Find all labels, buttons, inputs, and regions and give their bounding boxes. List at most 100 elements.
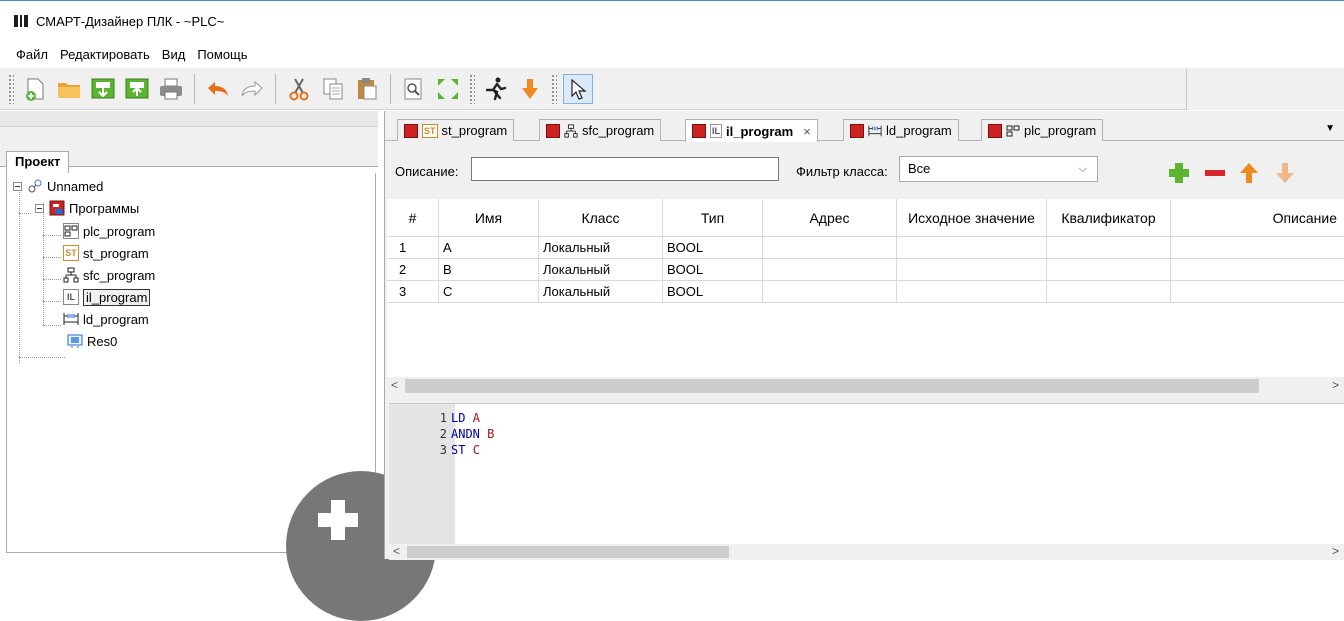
tree-item-root[interactable]: Unnamed (13, 175, 103, 197)
undo-icon[interactable] (203, 74, 233, 104)
table-cell[interactable]: 1 (387, 237, 439, 259)
menu-help[interactable]: Помощь (197, 47, 247, 67)
code-line[interactable]: 2 ANDN B (439, 426, 495, 442)
menu-view[interactable]: Вид (162, 47, 186, 67)
print-icon[interactable] (156, 74, 186, 104)
table-cell[interactable]: BOOL (663, 281, 763, 303)
table-cell[interactable]: Локальный (539, 259, 663, 281)
table-cell[interactable] (897, 281, 1047, 303)
il-code-editor[interactable]: 1 LD A 2 ANDN B 3 ST C < > (389, 403, 1344, 560)
column-header[interactable]: # (387, 199, 439, 237)
code-line[interactable]: 3 ST C (439, 442, 480, 458)
upload-icon[interactable] (122, 74, 152, 104)
table-cell[interactable]: BOOL (663, 237, 763, 259)
menu-file[interactable]: Файл (16, 47, 48, 67)
table-cell[interactable] (1171, 259, 1344, 281)
redo-icon[interactable] (237, 74, 267, 104)
table-cell[interactable]: A (439, 237, 539, 259)
toolbar-grip[interactable] (8, 73, 14, 104)
tree-item-program[interactable]: IL il_program (63, 286, 151, 308)
step-down-icon[interactable] (515, 74, 545, 104)
collapse-icon[interactable] (13, 181, 22, 191)
download-icon[interactable] (88, 74, 118, 104)
tree-item-resource[interactable]: Res0 (67, 330, 117, 352)
fullscreen-icon[interactable] (433, 74, 463, 104)
find-icon[interactable] (399, 74, 429, 104)
column-header[interactable]: Описание (1171, 199, 1344, 237)
table-cell[interactable] (763, 281, 897, 303)
table-cell[interactable] (1047, 281, 1171, 303)
tab-ld-program[interactable]: ld_program (843, 119, 959, 141)
scroll-left-icon[interactable]: < (391, 378, 398, 392)
scroll-right-icon[interactable]: > (1332, 378, 1339, 392)
close-tab-icon[interactable]: × (803, 124, 811, 139)
tree-label-program: ld_program (83, 311, 149, 327)
tree-item-programs[interactable]: Программы (35, 197, 139, 219)
table-cell[interactable]: Локальный (539, 237, 663, 259)
tree-item-program[interactable]: sfc_program (63, 264, 155, 286)
tab-sfc-program[interactable]: sfc_program (539, 119, 662, 141)
toolbar-grip[interactable] (551, 73, 557, 104)
table-cell[interactable] (897, 237, 1047, 259)
table-cell[interactable] (1047, 259, 1171, 281)
class-filter-select[interactable]: Все ⌵ (899, 156, 1098, 182)
tab-overflow-icon[interactable]: ▼ (1325, 123, 1335, 134)
open-folder-icon[interactable] (54, 74, 84, 104)
tree-label-programs: Программы (69, 200, 140, 216)
move-down-icon[interactable] (1273, 161, 1297, 185)
table-cell[interactable]: C (439, 281, 539, 303)
tree-label-root: Unnamed (47, 178, 104, 194)
column-header[interactable]: Квалификатор (1047, 199, 1171, 237)
table-cell[interactable]: Локальный (539, 281, 663, 303)
table-cell[interactable] (1171, 237, 1344, 259)
code-line[interactable]: 1 LD A (439, 410, 480, 426)
collapse-icon[interactable] (35, 203, 44, 213)
copy-icon[interactable] (318, 74, 348, 104)
paste-icon[interactable] (352, 74, 382, 104)
tree-item-program[interactable]: ST st_program (63, 242, 149, 264)
table-horizontal-scrollbar[interactable]: < > (387, 377, 1344, 395)
column-header[interactable]: Адрес (763, 199, 897, 237)
table-cell[interactable] (1047, 237, 1171, 259)
scroll-left-icon[interactable]: < (393, 544, 400, 558)
tree-guide-line (43, 279, 61, 280)
scrollbar-thumb[interactable] (407, 546, 729, 558)
scrollbar-thumb[interactable] (405, 379, 1259, 393)
table-cell[interactable]: B (439, 259, 539, 281)
add-variable-icon[interactable] (1167, 161, 1191, 185)
table-cell[interactable] (897, 259, 1047, 281)
column-header[interactable]: Имя (439, 199, 539, 237)
tab-plc-program[interactable]: plc_program (981, 119, 1104, 141)
column-header[interactable]: Тип (663, 199, 763, 237)
table-cell[interactable]: BOOL (663, 259, 763, 281)
cut-icon[interactable] (284, 74, 314, 104)
code-instruction: ST (451, 443, 466, 457)
remove-variable-icon[interactable] (1203, 161, 1227, 185)
move-up-icon[interactable] (1237, 161, 1261, 185)
toolbar-grip[interactable] (469, 73, 475, 104)
tree-guide-line (43, 325, 61, 326)
tree-item-program[interactable]: plc_program (63, 220, 155, 242)
run-icon[interactable] (481, 74, 511, 104)
column-header[interactable]: Класс (539, 199, 663, 237)
fbd-icon (63, 223, 79, 239)
table-cell[interactable] (763, 237, 897, 259)
description-input[interactable] (471, 157, 779, 181)
tab-il-program[interactable]: IL il_program × (685, 119, 818, 142)
tab-project[interactable]: Проект (6, 151, 70, 173)
table-cell[interactable]: 3 (387, 281, 439, 303)
description-label: Описание: (395, 164, 459, 179)
variables-table: # Имя Класс Тип Адрес Исходное значение … (387, 199, 1344, 377)
table-cell[interactable]: 2 (387, 259, 439, 281)
new-file-icon[interactable] (20, 74, 50, 104)
column-header[interactable]: Исходное значение (897, 199, 1047, 237)
menu-edit[interactable]: Редактировать (60, 47, 150, 67)
project-tabbar: Проект (0, 127, 378, 173)
tab-st-program[interactable]: ST st_program (397, 119, 515, 141)
scroll-right-icon[interactable]: > (1332, 544, 1339, 558)
tree-item-program[interactable]: ld_program (63, 308, 149, 330)
line-number: 3 (439, 443, 447, 457)
table-cell[interactable] (1171, 281, 1344, 303)
table-cell[interactable] (763, 259, 897, 281)
pointer-icon[interactable] (563, 73, 593, 104)
